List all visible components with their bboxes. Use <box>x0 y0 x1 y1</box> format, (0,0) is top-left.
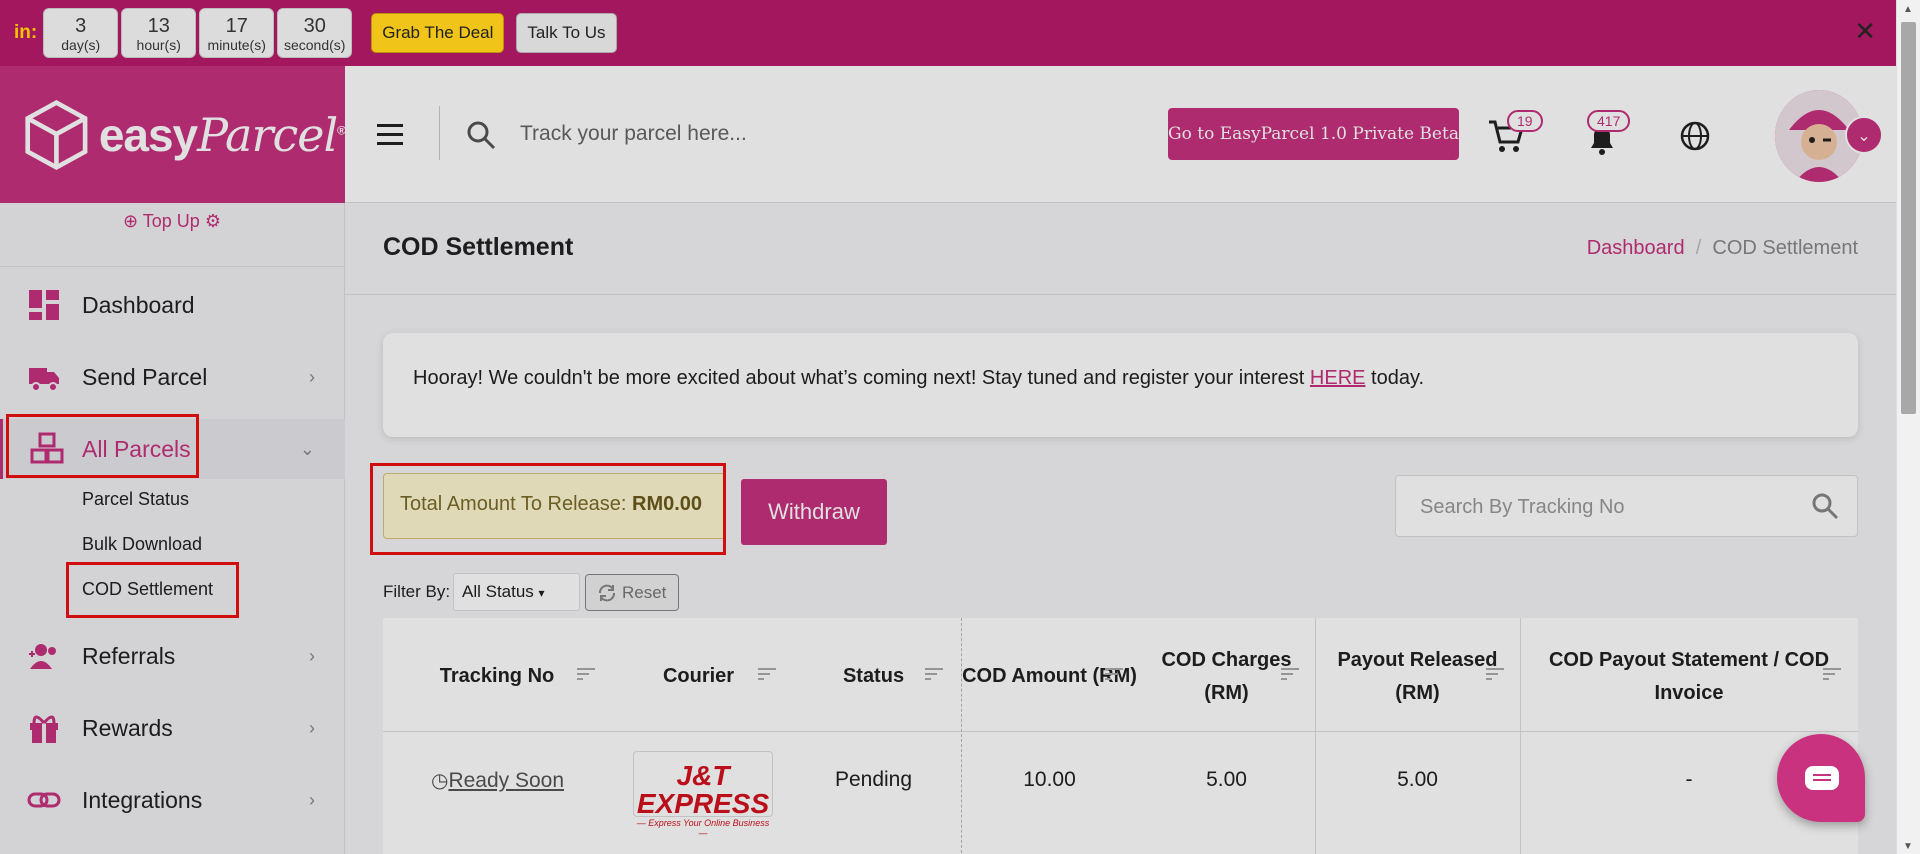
countdown-prefix: in: <box>14 22 38 43</box>
chevron-down-icon[interactable]: ⌄ <box>1845 116 1883 154</box>
chevron-down-icon: ⌄ <box>299 438 315 459</box>
sort-icon[interactable] <box>1281 668 1299 683</box>
sidebar-item-dashboard[interactable]: Dashboard <box>0 275 345 335</box>
close-icon[interactable]: ✕ <box>1854 18 1876 44</box>
dashboard-icon <box>29 290 59 320</box>
sidebar-item-send-parcel[interactable]: Send Parcel › <box>0 347 345 407</box>
chat-icon <box>1805 766 1839 790</box>
breadcrumb-current: COD Settlement <box>1712 237 1858 259</box>
notification-count-badge: 417 <box>1587 110 1631 132</box>
globe-icon[interactable] <box>1679 120 1711 152</box>
countdown-days: 3 day(s) <box>43 8 119 58</box>
sort-icon[interactable] <box>577 668 595 683</box>
search-icon[interactable] <box>1811 492 1839 520</box>
countdown-minutes: 17 minute(s) <box>199 8 275 58</box>
promo-bar: in: 3 day(s) 13 hour(s) 17 minute(s) 30 seco… <box>0 0 1920 66</box>
withdraw-button[interactable]: Withdraw <box>741 479 887 545</box>
cart-count-badge: 19 <box>1507 110 1543 132</box>
column-divider <box>1315 618 1316 854</box>
scrollbar-thumb[interactable] <box>1901 22 1916 414</box>
gift-icon <box>30 715 58 743</box>
main-content: COD Settlement Dashboard / COD Settlemen… <box>345 203 1896 854</box>
plus-circle-icon: ⊕ <box>123 211 139 231</box>
announcement-banner: Hooray! We couldn't be more excited abou… <box>383 333 1858 437</box>
sort-icon[interactable] <box>1105 668 1123 683</box>
cod-charges-cell: 5.00 <box>1206 768 1247 791</box>
caret-down-icon: ▾ <box>538 586 545 600</box>
tracking-cell[interactable]: ◷Ready Soon <box>431 768 564 793</box>
gear-icon[interactable]: ⚙ <box>205 211 221 231</box>
filter-label: Filter By: <box>383 582 451 601</box>
cube-logo-icon <box>25 99 88 170</box>
breadcrumb-dashboard-link[interactable]: Dashboard <box>1587 237 1685 259</box>
hamburger-menu-icon[interactable] <box>377 124 403 151</box>
column-divider <box>1520 618 1521 854</box>
chevron-right-icon: › <box>309 366 315 387</box>
column-divider <box>961 618 962 854</box>
truck-icon <box>29 368 59 392</box>
col-payout-statement[interactable]: COD Payout Statement / COD Invoice <box>1520 618 1858 732</box>
page-header: COD Settlement Dashboard / COD Settlemen… <box>345 203 1896 295</box>
sidebar-item-integrations[interactable]: Integrations › <box>0 770 345 830</box>
sidebar-item-referrals[interactable]: Referrals › <box>0 626 345 686</box>
grab-deal-button[interactable]: Grab The Deal <box>371 13 505 53</box>
highlight-amount <box>370 463 726 555</box>
countdown-hours: 13 hour(s) <box>121 8 197 58</box>
users-plus-icon <box>29 644 56 669</box>
chat-widget-button[interactable] <box>1777 734 1865 822</box>
courier-logo: J&T EXPRESS — Express Your Online Busine… <box>633 751 773 838</box>
status-cell: Pending <box>834 768 913 791</box>
tracking-search-box <box>1395 475 1858 537</box>
scroll-down-icon[interactable]: ▼ <box>1903 841 1913 852</box>
talk-to-us-button[interactable]: Talk To Us <box>516 13 617 53</box>
top-header: Go to EasyParcel 1.0 Private Beta 19 417… <box>345 66 1896 203</box>
clock-icon: ◷ <box>431 770 449 792</box>
sort-icon[interactable] <box>1486 668 1504 683</box>
sidebar-item-rewards[interactable]: Rewards › <box>0 698 345 758</box>
sub-item-parcel-status[interactable]: Parcel Status <box>82 489 189 510</box>
scroll-up-icon[interactable]: ▲ <box>1903 4 1913 15</box>
header-divider <box>439 106 440 160</box>
countdown-seconds: 30 second(s) <box>277 8 353 58</box>
status-filter-select[interactable]: All Status ▾ <box>453 573 580 611</box>
highlight-all-parcels <box>6 414 199 478</box>
breadcrumb: Dashboard / COD Settlement <box>1586 237 1858 259</box>
page-title: COD Settlement <box>383 233 574 261</box>
payout-cell: 5.00 <box>1397 768 1438 791</box>
top-up-link[interactable]: ⊕ Top Up ⚙ <box>0 203 344 267</box>
chevron-right-icon: › <box>309 645 315 666</box>
scrollbar[interactable]: ▲ ▼ <box>1896 0 1920 854</box>
search-icon <box>467 121 496 150</box>
track-parcel-input[interactable] <box>520 112 1120 156</box>
register-here-link[interactable]: HERE <box>1310 367 1366 389</box>
tracking-search-input[interactable] <box>1420 490 1800 524</box>
sub-item-bulk-download[interactable]: Bulk Download <box>82 534 202 555</box>
brand-logo[interactable]: easyParcel® <box>0 66 346 203</box>
sidebar: ⊕ Top Up ⚙ Dashboard Send Parcel › All P… <box>0 203 345 854</box>
chevron-right-icon: › <box>309 717 315 738</box>
sort-icon[interactable] <box>1823 668 1841 683</box>
cod-table: Tracking No Courier Status COD Amount (R… <box>383 618 1858 854</box>
brand-name: easyParcel® <box>98 107 346 162</box>
link-icon <box>27 792 61 808</box>
sort-icon[interactable] <box>925 668 943 683</box>
sort-icon[interactable] <box>758 668 776 683</box>
chevron-right-icon: › <box>309 789 315 810</box>
cod-amount-cell: 10.00 <box>1023 768 1076 791</box>
reset-button[interactable]: Reset <box>585 574 679 611</box>
refresh-icon <box>599 584 615 602</box>
highlight-cod-settlement <box>66 562 239 618</box>
beta-button[interactable]: Go to EasyParcel 1.0 Private Beta <box>1168 108 1459 160</box>
